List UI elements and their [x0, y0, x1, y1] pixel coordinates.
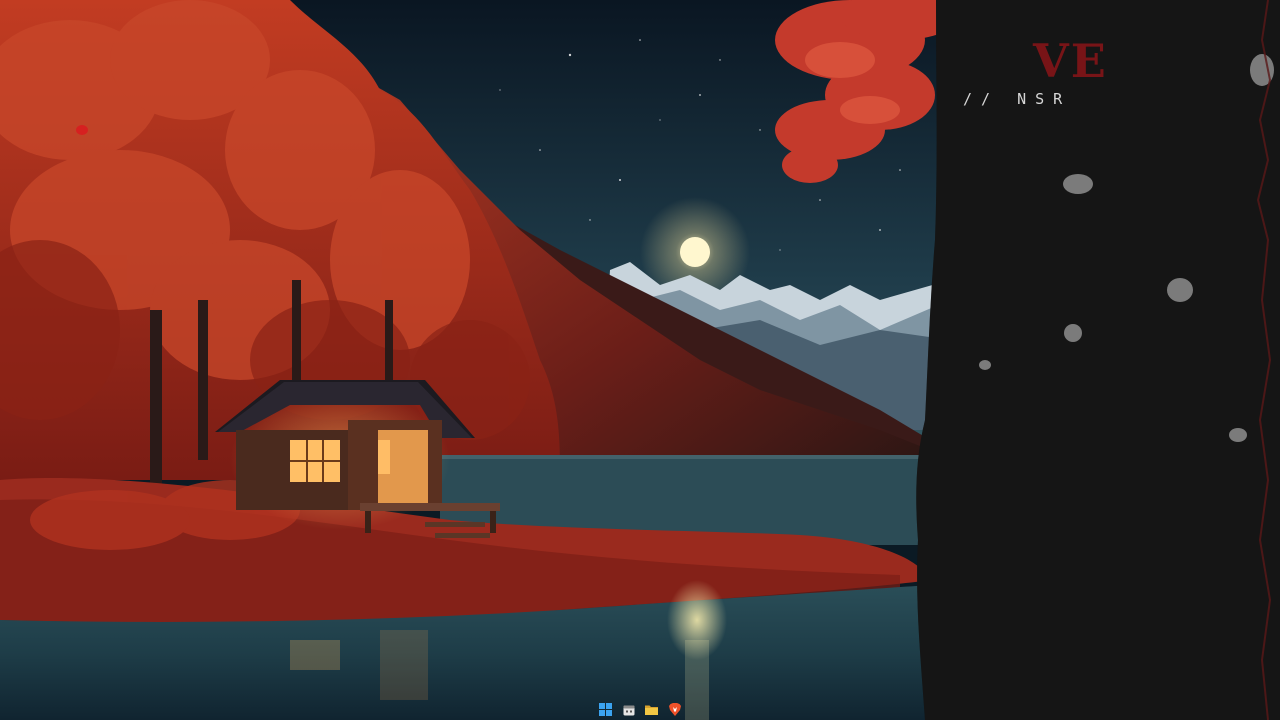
taskbar	[0, 700, 1280, 720]
file-explorer-button[interactable]	[643, 701, 660, 718]
windows-start-button[interactable]	[597, 701, 614, 718]
windows-start-icon	[599, 703, 612, 716]
desktop: VE // NSR	[0, 0, 1280, 720]
calendar-icon	[623, 705, 634, 715]
brave-browser-icon	[668, 703, 681, 716]
widget-title: VE	[1033, 34, 1108, 88]
file-explorer-icon	[645, 705, 658, 715]
desktop-widget: VE // NSR	[955, 30, 1265, 120]
calendar-button[interactable]	[620, 701, 637, 718]
brave-browser-button[interactable]	[666, 701, 683, 718]
widget-subtitle: // NSR	[963, 90, 1072, 108]
taskbar-icons	[597, 701, 683, 719]
